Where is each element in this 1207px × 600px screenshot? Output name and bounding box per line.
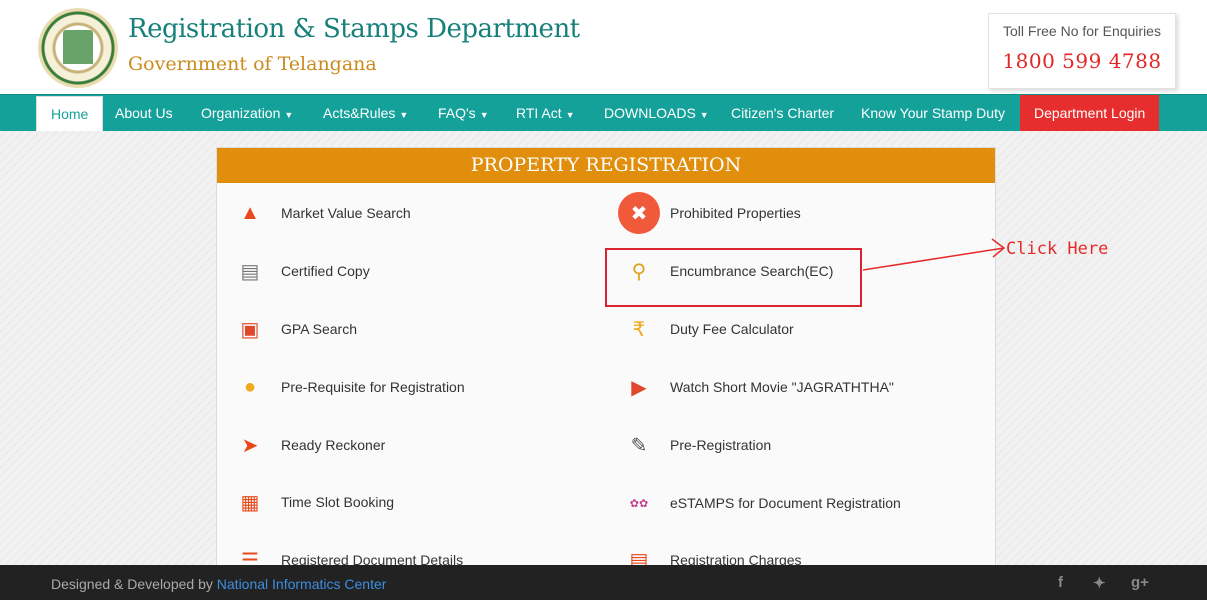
- service-label: eSTAMPS for Document Registration: [670, 495, 901, 511]
- form-pen-icon: ✎: [630, 434, 648, 457]
- facebook-icon[interactable]: f: [1058, 574, 1063, 591]
- footer-credit: Designed & Developed by National Informa…: [51, 576, 386, 592]
- nav-acts-label: Acts&Rules: [323, 105, 396, 121]
- nav-department-login[interactable]: Department Login: [1020, 95, 1160, 131]
- footer-prefix: Designed & Developed by: [51, 576, 213, 592]
- service-gpa-search[interactable]: ▣ GPA Search: [229, 307, 357, 351]
- service-short-movie[interactable]: ▶ Watch Short Movie "JAGRATHTHA": [618, 365, 894, 409]
- chevron-down-icon: ▼: [565, 110, 575, 120]
- service-prohibited[interactable]: ✖ Prohibited Properties: [618, 191, 801, 235]
- nav-downloads-label: DOWNLOADS: [604, 105, 696, 121]
- panel-title: PROPERTY REGISTRATION: [217, 148, 995, 183]
- site-footer: Designed & Developed by National Informa…: [0, 565, 1207, 600]
- certificate-icon: ▤: [240, 260, 260, 283]
- service-certified-copy[interactable]: ▤ Certified Copy: [229, 249, 370, 293]
- ec-highlight-box: [605, 248, 862, 307]
- document-search-icon: ▣: [240, 318, 260, 341]
- service-prerequisite[interactable]: ● Pre-Requisite for Registration: [229, 365, 465, 409]
- service-label: Time Slot Booking: [281, 494, 395, 510]
- rupee-hand-icon: ₹: [632, 318, 646, 341]
- nav-faq-label: FAQ's: [438, 105, 476, 121]
- service-label: Pre-Requisite for Registration: [281, 379, 465, 395]
- service-label: Prohibited Properties: [670, 205, 801, 221]
- service-market-value[interactable]: ▲ Market Value Search: [229, 191, 411, 235]
- service-label: GPA Search: [281, 321, 358, 337]
- prohibited-icon: ✖: [618, 192, 660, 234]
- nic-link[interactable]: National Informatics Center: [217, 576, 387, 592]
- nav-stamp-duty[interactable]: Know Your Stamp Duty: [861, 95, 1005, 131]
- service-label: Watch Short Movie "JAGRATHTHA": [670, 379, 894, 395]
- service-duty-calculator[interactable]: ₹ Duty Fee Calculator: [618, 307, 794, 351]
- service-label: Market Value Search: [281, 205, 411, 221]
- nav-organization-label: Organization: [201, 105, 281, 121]
- movie-box-icon: ▶: [631, 376, 647, 399]
- nav-organization[interactable]: Organization ▼: [201, 95, 293, 131]
- service-label: Certified Copy: [281, 263, 370, 279]
- service-label: Duty Fee Calculator: [670, 321, 794, 337]
- chevron-down-icon: ▼: [399, 110, 409, 120]
- emblem-building-icon: [63, 30, 93, 64]
- google-plus-icon[interactable]: g+: [1131, 574, 1149, 591]
- pointer-arrow-icon: [862, 238, 1006, 271]
- estamps-logo-icon: ✿✿: [629, 497, 649, 510]
- chevron-down-icon: ▼: [284, 110, 294, 120]
- service-label: Ready Reckoner: [281, 437, 386, 453]
- twitter-icon[interactable]: ✦: [1093, 574, 1106, 592]
- telangana-emblem-logo[interactable]: [38, 8, 118, 88]
- service-ready-reckoner[interactable]: ➤ Ready Reckoner: [229, 423, 386, 467]
- nav-about[interactable]: About Us: [115, 95, 173, 131]
- nav-home[interactable]: Home: [36, 96, 104, 131]
- main-nav: Home About Us Organization ▼ Acts&Rules ▼ …: [0, 94, 1207, 131]
- site-header: Registration & Stamps Department Governm…: [0, 0, 1207, 94]
- tollfree-box: Toll Free No for Enquiries 1800 599 4788: [988, 13, 1176, 89]
- service-time-slot[interactable]: ▦ Time Slot Booking: [229, 480, 395, 524]
- nav-faq[interactable]: FAQ's ▼: [438, 95, 489, 131]
- document-seal-icon: ●: [243, 375, 257, 398]
- service-estamps[interactable]: ✿✿ eSTAMPS for Document Registration: [618, 481, 901, 525]
- site-title[interactable]: Registration & Stamps Department: [128, 14, 580, 44]
- calendar-clock-icon: ▦: [240, 491, 260, 514]
- nav-acts[interactable]: Acts&Rules ▼: [323, 95, 408, 131]
- signpost-icon: ➤: [241, 434, 259, 457]
- nav-rti-label: RTI Act: [516, 105, 562, 121]
- nav-downloads[interactable]: DOWNLOADS ▼: [604, 95, 709, 131]
- tollfree-number: 1800 599 4788: [1002, 49, 1162, 73]
- chevron-down-icon: ▼: [479, 110, 489, 120]
- service-pre-registration[interactable]: ✎ Pre-Registration: [618, 423, 772, 467]
- property-registration-panel: PROPERTY REGISTRATION ▲ Market Value Sea…: [216, 147, 996, 587]
- site-subtitle: Government of Telangana: [128, 53, 377, 75]
- click-here-annotation: Click Here: [1006, 239, 1109, 259]
- chevron-down-icon: ▼: [699, 110, 709, 120]
- tollfree-label: Toll Free No for Enquiries: [1003, 23, 1161, 39]
- chart-up-icon: ▲: [240, 201, 260, 224]
- nav-charter[interactable]: Citizen's Charter: [731, 95, 834, 131]
- nav-rti[interactable]: RTI Act ▼: [516, 95, 575, 131]
- service-label: Pre-Registration: [670, 437, 772, 453]
